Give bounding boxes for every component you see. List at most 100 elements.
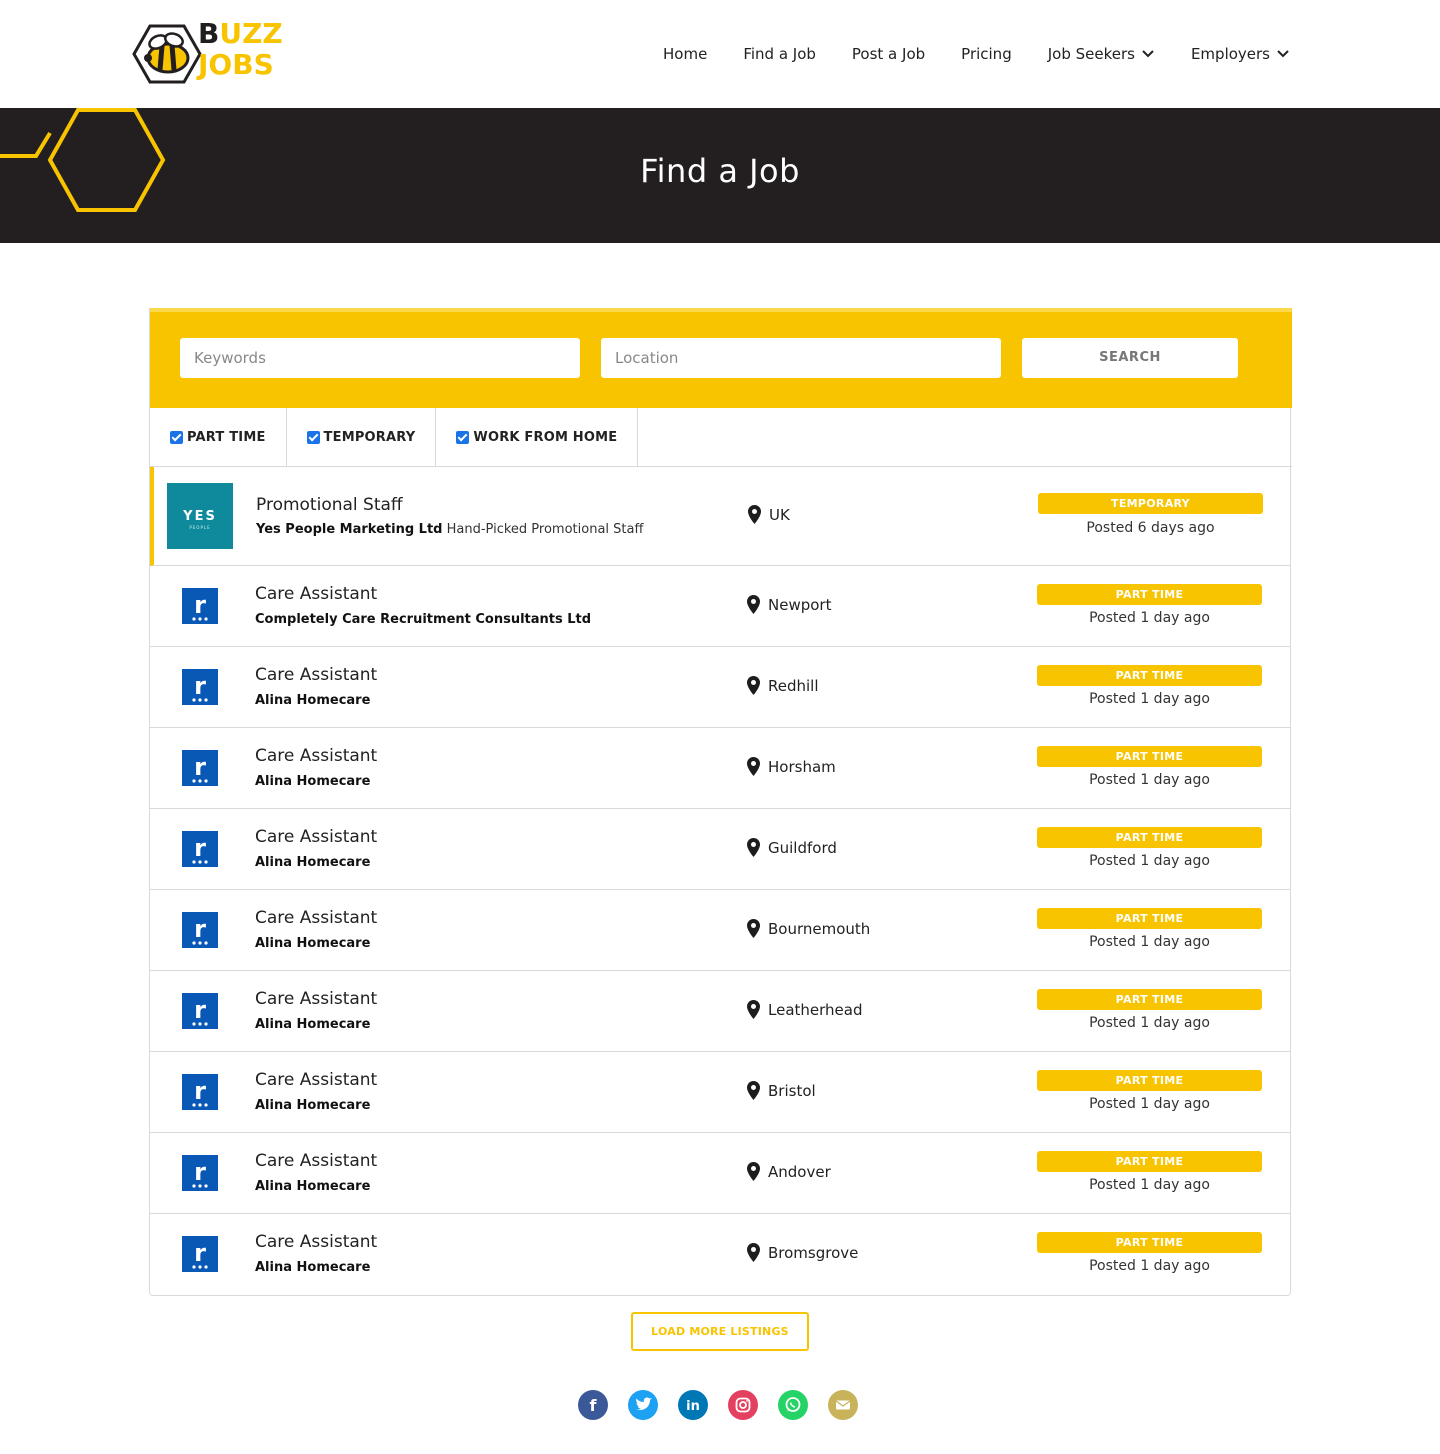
job-listing-row[interactable]: YES PEOPLE Promotional Staff Yes People … [150,467,1290,566]
filter-temporary[interactable]: TEMPORARY [287,408,437,466]
r-company-logo: r [182,993,218,1029]
company-name: Alina Homecare [255,1098,371,1113]
job-listing-row[interactable]: r Care Assistant Alina Homecare Bournemo… [150,890,1290,971]
location-text: UK [769,505,790,524]
job-listing-row[interactable]: r Care Assistant Alina Homecare Bristol … [150,1052,1290,1133]
facebook-icon[interactable]: f [578,1390,608,1420]
job-title[interactable]: Care Assistant [255,746,377,766]
chevron-down-icon [1277,50,1289,58]
location-text: Bristol [768,1081,816,1100]
job-location: Bristol [747,1081,816,1100]
svg-text:r: r [194,1158,206,1186]
location-text: Bromsgrove [768,1243,859,1262]
map-pin-icon [747,595,760,614]
job-search-panel: Keywords Location SEARCH PART TIME TEMPO… [149,308,1292,1296]
filter-work-from-home[interactable]: WORK FROM HOME [436,408,639,466]
nav-home[interactable]: Home [663,45,707,63]
svg-text:f: f [590,1396,598,1415]
location-text: Horsham [768,757,836,776]
job-listing-row[interactable]: r Care Assistant Alina Homecare Redhill … [150,647,1290,728]
svg-text:r: r [194,591,206,619]
svg-text:r: r [194,915,206,943]
location-input[interactable]: Location [601,338,1001,378]
company-name: Alina Homecare [255,1017,371,1032]
job-company: Alina Homecare [255,1179,370,1194]
map-pin-icon [747,919,760,938]
job-company: Alina Homecare [255,1260,370,1275]
checkbox-checked-icon[interactable] [306,430,320,444]
buzz-jobs-logo[interactable]: BUZZ JOBS [132,18,292,88]
job-location: Horsham [747,757,836,776]
map-pin-icon [748,505,761,524]
social-share-bar: f in [578,1390,858,1420]
map-pin-icon [747,1000,760,1019]
r-company-logo: r [182,669,218,705]
job-location: Redhill [747,676,819,695]
job-title[interactable]: Care Assistant [255,827,377,847]
instagram-icon-glyph [735,1397,751,1413]
job-title[interactable]: Care Assistant [255,1151,377,1171]
svg-text:r: r [194,996,206,1024]
job-company: Alina Homecare [255,936,370,951]
location-text: Andover [768,1162,831,1181]
svg-text:r: r [194,672,206,700]
linkedin-icon[interactable]: in [678,1390,708,1420]
whatsapp-icon[interactable] [778,1390,808,1420]
job-listing-row[interactable]: r Care Assistant Alina Homecare Horsham … [150,728,1290,809]
job-company: Yes People Marketing Ltd Hand-Picked Pro… [256,522,643,537]
job-listing-row[interactable]: r Care Assistant Alina Homecare Bromsgro… [150,1214,1290,1295]
svg-text:r: r [194,753,206,781]
main-nav: Home Find a Job Post a Job Pricing Job S… [663,40,1290,68]
r-company-logo: r [182,750,218,786]
checkbox-checked-icon[interactable] [170,430,183,444]
job-title[interactable]: Care Assistant [255,1232,377,1252]
hero-banner: Find a Job [0,108,1440,243]
job-listing-row[interactable]: r Care Assistant Completely Care Recruit… [150,566,1290,647]
company-name: Alina Homecare [255,1260,371,1275]
posted-date: Posted 1 day ago [1089,610,1210,626]
location-text: Redhill [768,676,819,695]
job-title[interactable]: Care Assistant [255,1070,377,1090]
posted-date: Posted 1 day ago [1089,691,1210,707]
job-type-badge: TEMPORARY [1038,493,1263,514]
posted-date: Posted 1 day ago [1089,1015,1210,1031]
job-title[interactable]: Care Assistant [255,989,377,1009]
job-title[interactable]: Care Assistant [255,584,377,604]
job-listing-row[interactable]: r Care Assistant Alina Homecare Andover … [150,1133,1290,1214]
checkbox-checked-icon[interactable] [456,430,470,444]
job-list: YES PEOPLE Promotional Staff Yes People … [150,467,1290,1295]
job-listing-row[interactable]: r Care Assistant Alina Homecare Guildfor… [150,809,1290,890]
company-name: Alina Homecare [255,693,371,708]
company-name: Alina Homecare [255,774,371,789]
filter-part-time[interactable]: PART TIME [150,408,287,466]
job-title[interactable]: Promotional Staff [256,495,403,515]
job-listing-row[interactable]: r Care Assistant Alina Homecare Leatherh… [150,971,1290,1052]
nav-pricing[interactable]: Pricing [961,45,1012,63]
keywords-input[interactable]: Keywords [180,338,580,378]
location-text: Newport [768,595,832,614]
job-location: Bournemouth [747,919,870,938]
load-more-button[interactable]: LOAD MORE LISTINGS [631,1312,809,1351]
job-title[interactable]: Care Assistant [255,665,377,685]
svg-text:in: in [686,1399,700,1414]
svg-text:r: r [194,834,206,862]
job-type-badge: PART TIME [1037,584,1262,605]
email-icon-glyph [835,1400,851,1410]
posted-date: Posted 1 day ago [1089,1177,1210,1193]
nav-post-a-job[interactable]: Post a Job [852,45,925,63]
instagram-icon[interactable] [728,1390,758,1420]
email-icon[interactable] [828,1390,858,1420]
search-button[interactable]: SEARCH [1022,338,1238,378]
job-type-badge: PART TIME [1037,827,1262,848]
svg-text:YES: YES [182,509,217,524]
nav-employers[interactable]: Employers [1191,45,1290,63]
posted-date: Posted 1 day ago [1089,934,1210,950]
location-text: Bournemouth [768,919,871,938]
twitter-icon[interactable] [628,1390,658,1420]
job-company: Alina Homecare [255,1098,370,1113]
map-pin-icon [747,676,760,695]
nav-find-a-job[interactable]: Find a Job [743,45,816,63]
job-title[interactable]: Care Assistant [255,908,377,928]
map-pin-icon [747,1081,760,1100]
nav-job-seekers[interactable]: Job Seekers [1048,45,1155,63]
